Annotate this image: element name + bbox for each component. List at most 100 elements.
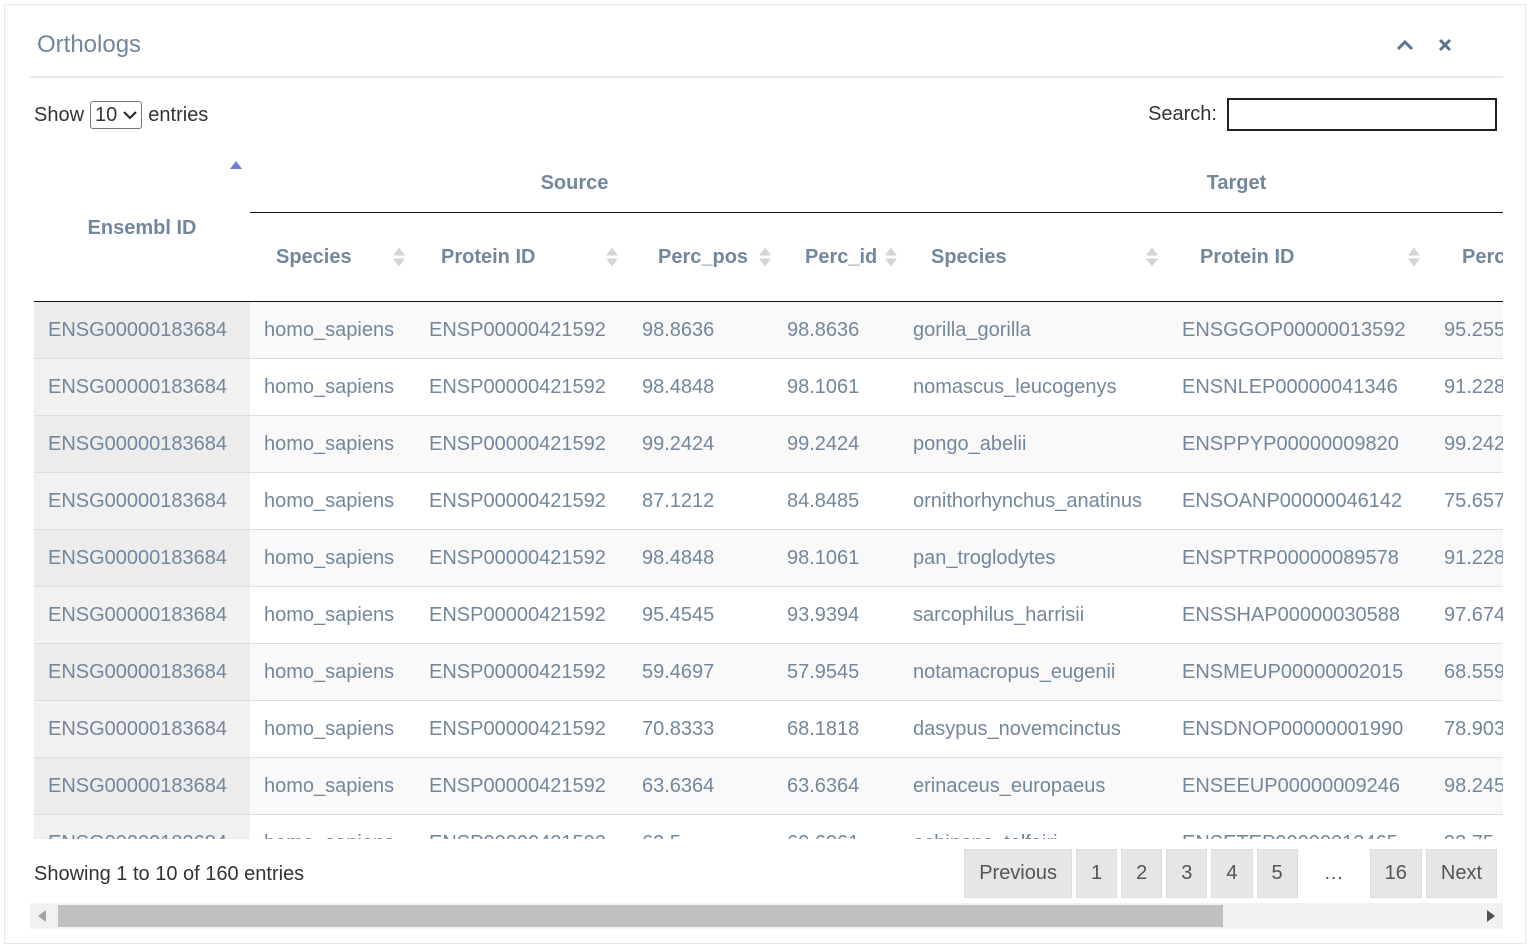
column-header-source-protein-id[interactable]: Protein ID [415, 212, 628, 302]
header-label: Species [276, 245, 352, 268]
cell-source-perc-pos: 98.4848 [628, 358, 773, 416]
table-row: ENSG00000183684homo_sapiensENSP000004215… [34, 415, 1503, 473]
table-body: ENSG00000183684 homo_sapiens ENSP000004215… [34, 301, 1503, 839]
cell-source-perc-id: 98.1061 [773, 358, 899, 416]
cell-ensembl-id: ENSG00000183684 [34, 301, 250, 359]
cell-target-perc-pos: 91.2281 [1430, 529, 1503, 587]
sort-icon [1146, 247, 1158, 267]
scroll-left-arrow-icon[interactable] [38, 910, 46, 922]
cell-source-perc-id: 60.6061 [773, 814, 899, 839]
search-filter: Search: [1148, 98, 1497, 131]
cell-source-perc-pos: 62.5 [628, 814, 773, 839]
cell-source-perc-id: 84.8485 [773, 472, 899, 530]
column-header-target-protein-id[interactable]: Protein ID [1168, 212, 1430, 302]
cell-target-protein-id: ENSETEP00000013465 [1168, 814, 1430, 839]
cell-target-protein-id: ENSPTRP00000089578 [1168, 529, 1430, 587]
sort-icon [759, 247, 771, 267]
page-button-16[interactable]: 16 [1369, 849, 1422, 898]
cell-source-protein-id: ENSP00000421592 [415, 814, 628, 839]
page-button-2[interactable]: 2 [1121, 849, 1163, 898]
cell-target-protein-id: ENSPPYP00000009820 [1168, 415, 1430, 473]
sort-icon [393, 247, 405, 267]
column-header-source-species[interactable]: Species [250, 212, 415, 302]
cell-source-perc-pos: 70.8333 [628, 700, 773, 758]
cell-source-perc-pos: 87.1212 [628, 472, 773, 530]
group-header-target: Target [899, 155, 1503, 213]
cell-target-perc-pos: 99.2424 [1430, 415, 1503, 473]
entries-label: entries [148, 103, 209, 126]
pagination: Previous 1 2 3 4 5 … 16 Next [964, 849, 1497, 898]
cell-source-perc-pos: 95.4545 [628, 586, 773, 644]
column-header-source-perc-id[interactable]: Perc_id [773, 212, 899, 302]
table-row: ENSG00000183684homo_sapiensENSP000004215… [34, 814, 1503, 839]
cell-source-perc-id: 98.8636 [773, 301, 899, 359]
cell-ensembl-id: ENSG00000183684 [34, 814, 250, 839]
cell-target-perc-pos: 68.5597 [1430, 643, 1503, 701]
entries-select-value: 10 [95, 103, 118, 126]
cell-source-protein-id: ENSP00000421592 [415, 472, 628, 530]
title-divider [30, 76, 1503, 78]
cell-target-species: notamacropus_eugenii [899, 643, 1168, 701]
entries-select[interactable]: 10 [90, 101, 143, 129]
cell-source-perc-pos: 98.8636 [628, 301, 773, 359]
cell-ensembl-id: ENSG00000183684 [34, 529, 250, 587]
cell-source-species: homo_sapiens [250, 586, 415, 644]
page-button-5[interactable]: 5 [1256, 849, 1298, 898]
table-row: ENSG00000183684homo_sapiensENSP000004215… [34, 301, 1503, 359]
cell-source-perc-id: 68.1818 [773, 700, 899, 758]
panel-title: Orthologs [37, 31, 142, 58]
cell-source-perc-id: 98.1061 [773, 529, 899, 587]
cell-target-species: nomascus_leucogenys [899, 358, 1168, 416]
scrollbar-thumb[interactable] [58, 905, 1223, 927]
cell-target-species: echinops_telfairi [899, 814, 1168, 839]
search-input[interactable] [1227, 98, 1497, 131]
column-header-target-species[interactable]: Species [899, 212, 1168, 302]
cell-ensembl-id: ENSG00000183684 [34, 472, 250, 530]
column-header-ensembl-id[interactable]: Ensembl ID [34, 155, 250, 302]
cell-source-perc-id: 99.2424 [773, 415, 899, 473]
cell-source-perc-pos: 59.4697 [628, 643, 773, 701]
page-button-1[interactable]: 1 [1076, 849, 1118, 898]
cell-target-species: sarcophilus_harrisii [899, 586, 1168, 644]
cell-target-species: dasypus_novemcinctus [899, 700, 1168, 758]
table-info: Showing 1 to 10 of 160 entries [34, 863, 305, 885]
column-header-target-perc-pos[interactable]: Perc_pos [1430, 212, 1503, 302]
cell-source-protein-id: ENSP00000421592 [415, 301, 628, 359]
cell-target-protein-id: ENSSHAP00000030588 [1168, 586, 1430, 644]
search-label: Search: [1148, 103, 1217, 125]
cell-target-protein-id: ENSEEUP00000009246 [1168, 757, 1430, 815]
ensembl-id-label: Ensembl ID [87, 216, 197, 239]
cell-target-perc-pos: 97.6744 [1430, 586, 1503, 644]
scroll-right-arrow-icon[interactable] [1487, 910, 1495, 922]
cell-source-protein-id: ENSP00000421592 [415, 757, 628, 815]
cell-source-protein-id: ENSP00000421592 [415, 700, 628, 758]
table-row: ENSG00000183684homo_sapiensENSP000004215… [34, 643, 1503, 701]
cell-target-species: pan_troglodytes [899, 529, 1168, 587]
page-button-3[interactable]: 3 [1166, 849, 1208, 898]
cell-source-species: homo_sapiens [250, 415, 415, 473]
header-label: Perc_pos [658, 245, 749, 268]
sort-asc-icon [230, 161, 242, 169]
cell-ensembl-id: ENSG00000183684 [34, 757, 250, 815]
cell-source-protein-id: ENSP00000421592 [415, 586, 628, 644]
cell-source-protein-id: ENSP00000421592 [415, 529, 628, 587]
column-header-source-perc-pos[interactable]: Perc_pos [628, 212, 773, 302]
cell-source-species: homo_sapiens [250, 301, 415, 359]
page-button-4[interactable]: 4 [1211, 849, 1253, 898]
cell-target-protein-id: ENSOANP00000046142 [1168, 472, 1430, 530]
next-button[interactable]: Next [1425, 849, 1497, 898]
cell-ensembl-id: ENSG00000183684 [34, 643, 250, 701]
cell-target-species: pongo_abelii [899, 415, 1168, 473]
cell-target-perc-pos: 95.2555 [1430, 301, 1503, 359]
orthologs-table-wrapper: Ensembl ID Source Target Species Protein… [34, 155, 1503, 839]
table-row: ENSG00000183684homo_sapiensENSP000004215… [34, 529, 1503, 587]
cell-source-protein-id: ENSP00000421592 [415, 415, 628, 473]
chevron-up-icon[interactable] [1395, 31, 1415, 59]
close-icon[interactable] [1435, 31, 1455, 59]
table-row: ENSG00000183684homo_sapiensENSP000004215… [34, 700, 1503, 758]
horizontal-scrollbar[interactable] [30, 903, 1503, 929]
cell-target-perc-pos: 78.9030 [1430, 700, 1503, 758]
previous-button[interactable]: Previous [964, 849, 1072, 898]
cell-target-perc-pos: 91.2281 [1430, 358, 1503, 416]
table-row: ENSG00000183684homo_sapiensENSP000004215… [34, 358, 1503, 416]
